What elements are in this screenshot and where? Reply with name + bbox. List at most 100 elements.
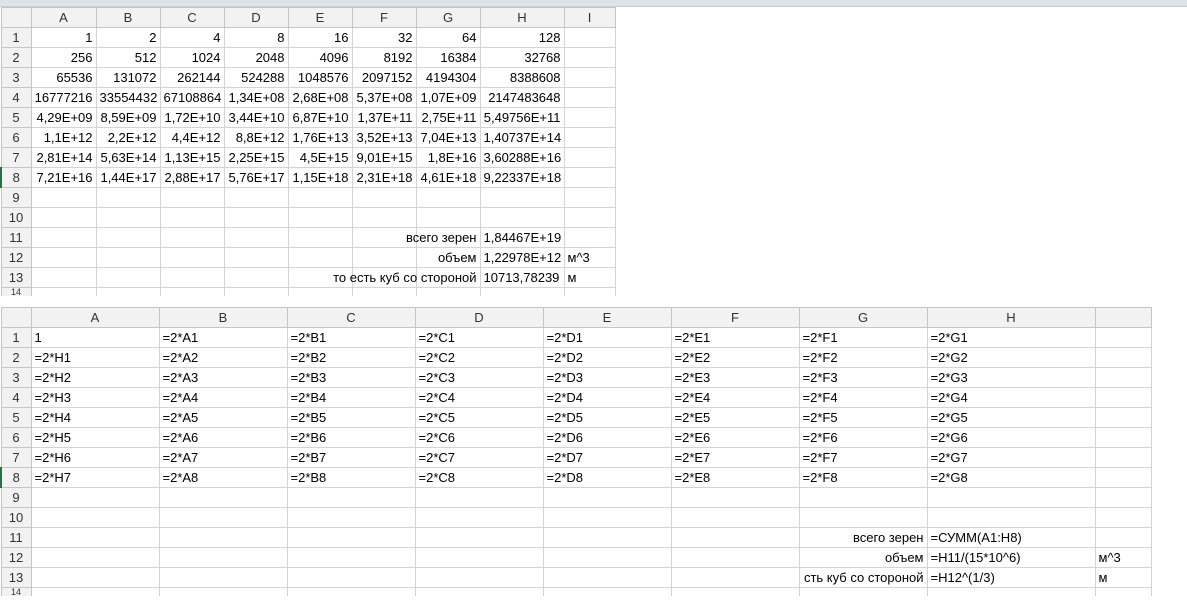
cell[interactable]: 65536	[30, 67, 97, 88]
cell[interactable]: =2*E7	[670, 447, 800, 468]
cell[interactable]: =2*B4	[286, 387, 416, 408]
cell[interactable]	[563, 27, 616, 48]
cell[interactable]	[926, 487, 1096, 508]
cell[interactable]	[95, 187, 161, 208]
cell[interactable]: =2*A3	[158, 367, 288, 388]
row-header[interactable]: 7	[0, 447, 32, 468]
cell[interactable]: =2*G7	[926, 447, 1096, 468]
cell[interactable]: 8388608	[479, 67, 565, 88]
cell[interactable]	[1094, 587, 1152, 596]
cell[interactable]: 4,5E+15	[287, 147, 353, 168]
cell[interactable]	[542, 547, 672, 568]
cell[interactable]: 32	[351, 27, 417, 48]
cell[interactable]	[223, 207, 289, 228]
cell[interactable]: =2*C3	[414, 367, 544, 388]
cell[interactable]: =2*D7	[542, 447, 672, 468]
cell[interactable]	[30, 487, 160, 508]
cell[interactable]	[30, 547, 160, 568]
summary-label[interactable]: сть куб со стороной	[798, 567, 928, 588]
cell[interactable]	[563, 287, 616, 296]
summary-value[interactable]: 10713,78239	[479, 267, 565, 288]
cell[interactable]: 3,52E+13	[351, 127, 417, 148]
column-header-b[interactable]: B	[158, 307, 288, 328]
column-header-e[interactable]: E	[287, 7, 353, 28]
cell[interactable]: 7,21E+16	[30, 167, 97, 188]
cell[interactable]: 1,1E+12	[30, 127, 97, 148]
row-header[interactable]: 9	[0, 487, 32, 508]
cell[interactable]: =2*C6	[414, 427, 544, 448]
cell[interactable]: 5,63E+14	[95, 147, 161, 168]
cell[interactable]: 2,25E+15	[223, 147, 289, 168]
row-header[interactable]: 7	[0, 147, 32, 168]
cell[interactable]: =2*H2	[30, 367, 160, 388]
cell[interactable]: 1	[30, 327, 160, 348]
cell[interactable]	[670, 487, 800, 508]
cell[interactable]: =2*E2	[670, 347, 800, 368]
cell[interactable]: 4096	[287, 47, 353, 68]
cell[interactable]	[287, 227, 353, 248]
summary-label[interactable]: то есть куб со стороной	[333, 267, 481, 288]
cell[interactable]: =2*F7	[798, 447, 928, 468]
cell[interactable]: =2*H5	[30, 427, 160, 448]
row-header[interactable]: 2	[0, 347, 32, 368]
cell[interactable]: =2*F8	[798, 467, 928, 488]
cell[interactable]: =2*C8	[414, 467, 544, 488]
cell[interactable]: =2*B6	[286, 427, 416, 448]
cell[interactable]: 2097152	[351, 67, 417, 88]
cell[interactable]: =2*B1	[286, 327, 416, 348]
cell[interactable]: =2*G2	[926, 347, 1096, 368]
cell[interactable]: =2*E3	[670, 367, 800, 388]
cell[interactable]: 5,76E+17	[223, 167, 289, 188]
cell[interactable]: 4,4E+12	[159, 127, 225, 148]
row-header[interactable]: 3	[0, 367, 32, 388]
cell[interactable]	[1094, 467, 1152, 488]
cell[interactable]	[414, 487, 544, 508]
cell[interactable]: 67108864	[159, 87, 225, 108]
cell[interactable]: =2*H7	[30, 467, 160, 488]
column-header-g[interactable]: G	[415, 7, 481, 28]
cell[interactable]: 1,8E+16	[415, 147, 481, 168]
cell[interactable]: 4,29E+09	[30, 107, 97, 128]
row-header[interactable]: 5	[0, 407, 32, 428]
summary-label[interactable]: всего зерен	[798, 527, 928, 548]
cell[interactable]	[670, 547, 800, 568]
cell[interactable]: =2*C1	[414, 327, 544, 348]
column-header-h[interactable]: H	[479, 7, 565, 28]
cell[interactable]	[1094, 507, 1152, 528]
cell[interactable]	[159, 267, 225, 288]
cell[interactable]	[30, 187, 97, 208]
cell[interactable]	[351, 187, 417, 208]
cell[interactable]	[223, 227, 289, 248]
cell[interactable]	[30, 207, 97, 228]
row-header[interactable]: 1	[0, 27, 32, 48]
summary-unit[interactable]: м	[1094, 567, 1152, 588]
cell[interactable]: 256	[30, 47, 97, 68]
cell[interactable]: 262144	[159, 67, 225, 88]
cell[interactable]	[95, 227, 161, 248]
cell[interactable]	[286, 507, 416, 528]
cell[interactable]	[1094, 387, 1152, 408]
cell[interactable]: 1	[30, 27, 97, 48]
cell[interactable]	[563, 187, 616, 208]
cell[interactable]	[542, 567, 672, 588]
cell[interactable]	[30, 247, 97, 268]
cell[interactable]: 3,44E+10	[223, 107, 289, 128]
summary-unit[interactable]: м^3	[563, 247, 616, 268]
cell[interactable]	[159, 247, 225, 268]
cell[interactable]	[30, 567, 160, 588]
cell[interactable]	[158, 487, 288, 508]
cell[interactable]	[414, 547, 544, 568]
cell[interactable]: 8192	[351, 47, 417, 68]
cell[interactable]	[926, 587, 1096, 596]
cell[interactable]: 8,59E+09	[95, 107, 161, 128]
cell[interactable]: 1,76E+13	[287, 127, 353, 148]
row-header[interactable]: 13	[0, 267, 32, 288]
cell[interactable]	[95, 207, 161, 228]
summary-value[interactable]: =H12^(1/3)	[926, 567, 1096, 588]
cell[interactable]	[286, 487, 416, 508]
cell[interactable]	[158, 587, 288, 596]
cell[interactable]: 1,37E+11	[351, 107, 417, 128]
cell[interactable]	[414, 527, 544, 548]
row-header[interactable]: 10	[0, 207, 32, 228]
cell[interactable]: 64	[415, 27, 481, 48]
